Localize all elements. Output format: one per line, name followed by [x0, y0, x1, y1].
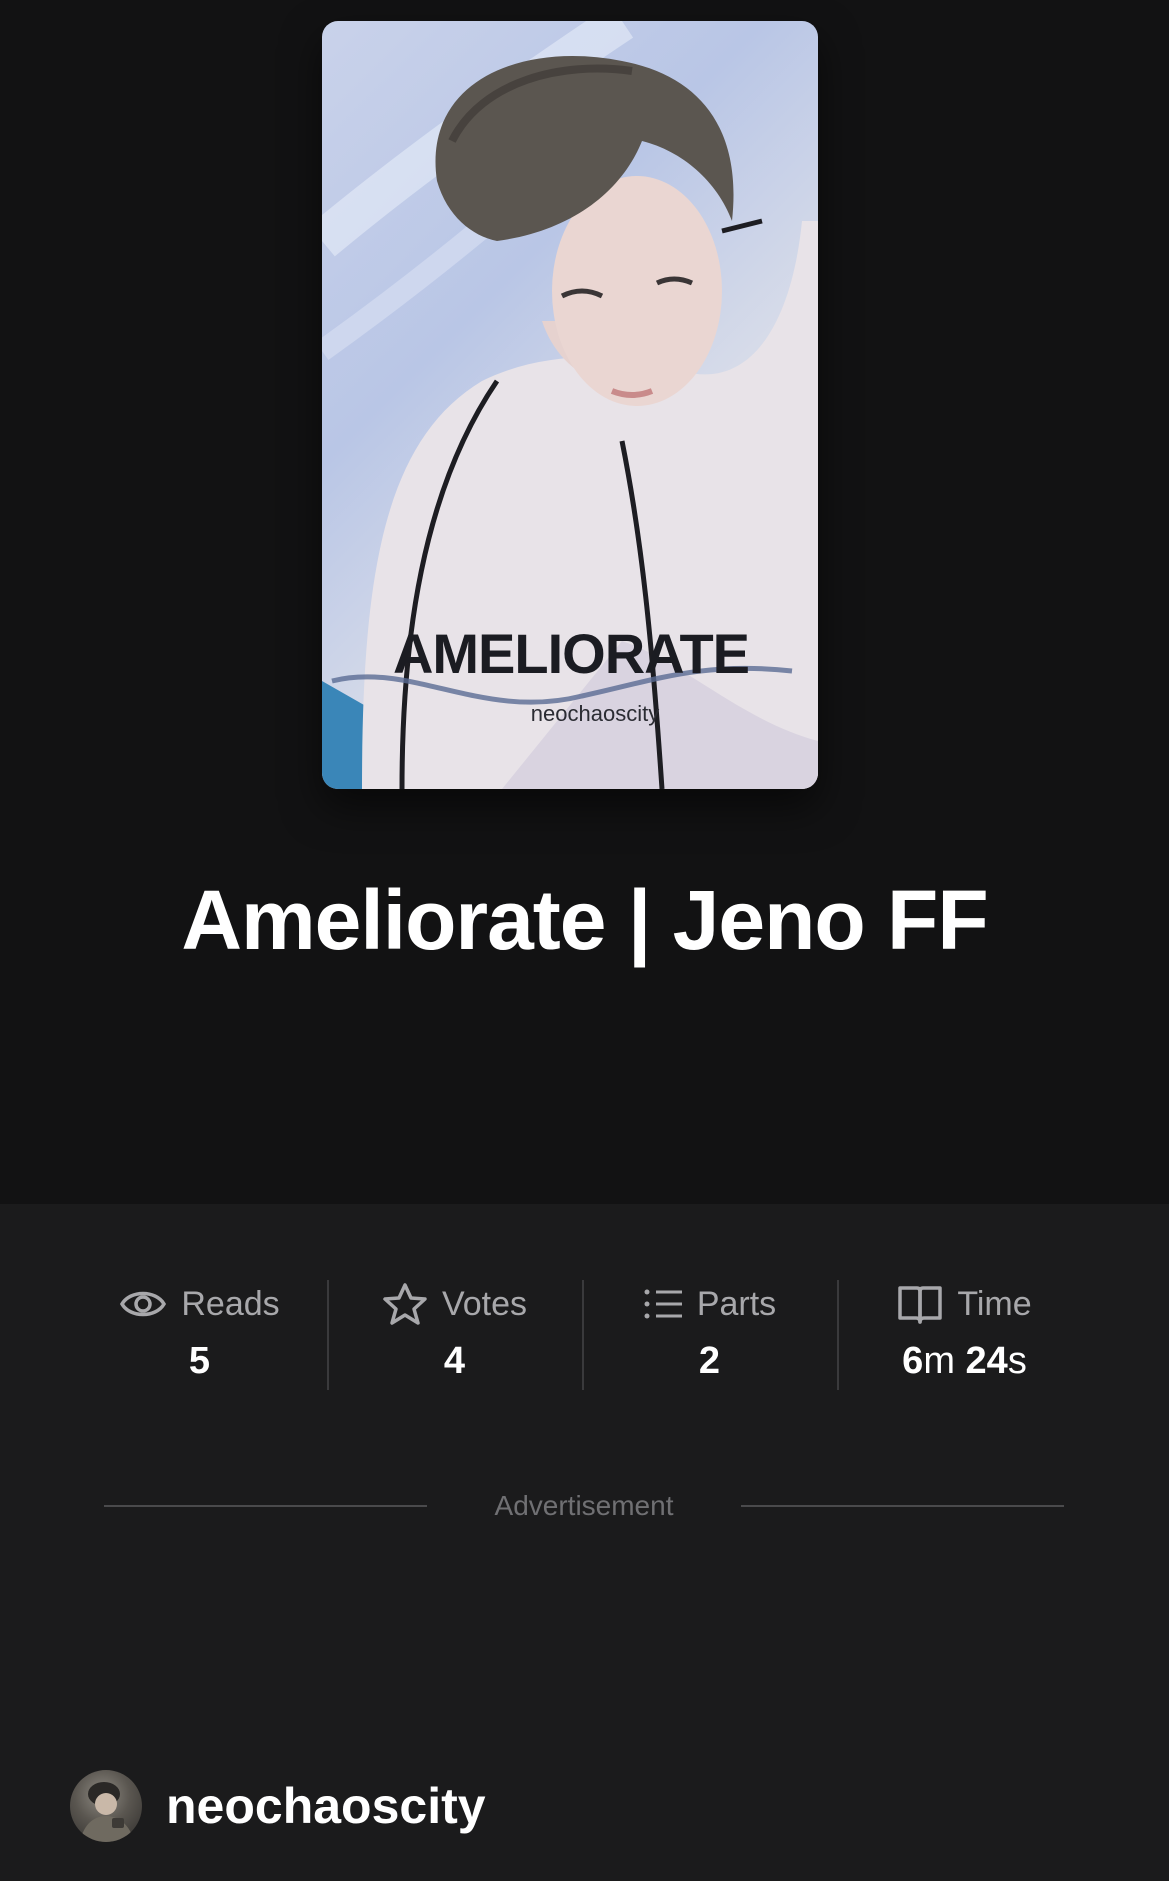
- stat-time-minutes-unit: m: [923, 1340, 955, 1382]
- stat-parts: Parts 2: [582, 1280, 837, 1390]
- stat-time-header: Time: [837, 1280, 1092, 1328]
- stat-votes-header: Votes: [327, 1280, 582, 1328]
- stat-time-minutes: 6: [902, 1340, 924, 1382]
- star-icon: [382, 1282, 428, 1326]
- cover-author-text: neochaoscity: [530, 701, 660, 726]
- stat-votes: Votes 4: [327, 1280, 582, 1390]
- avatar[interactable]: [70, 1770, 142, 1842]
- book-icon: [897, 1284, 943, 1324]
- stat-votes-value: 4: [443, 1340, 466, 1382]
- stat-parts-label: Parts: [696, 1284, 777, 1323]
- stat-reads-label: Reads: [181, 1284, 280, 1323]
- stat-reads: Reads 5: [72, 1280, 327, 1390]
- stat-reads-value: 5: [188, 1340, 211, 1382]
- stat-time-seconds-unit: s: [1007, 1340, 1027, 1382]
- eye-icon: [119, 1284, 167, 1324]
- stat-parts-value: 2: [698, 1340, 721, 1382]
- author-link[interactable]: neochaoscity: [70, 1770, 486, 1842]
- author-username[interactable]: neochaoscity: [166, 1777, 486, 1835]
- stat-time-label: Time: [957, 1284, 1032, 1323]
- stat-time-seconds: 24: [965, 1340, 1008, 1382]
- list-icon: [643, 1286, 683, 1322]
- stat-time-value: 6m 24s: [837, 1340, 1092, 1383]
- cover-title-text: AMELIORATE: [392, 622, 750, 685]
- story-header: AMELIORATE neochaoscity Ameliorate | Jen…: [0, 0, 1169, 1204]
- advertisement-label: Advertisement: [494, 1490, 674, 1521]
- story-cover-image[interactable]: AMELIORATE neochaoscity: [322, 21, 818, 789]
- divider-line-left: [104, 1505, 427, 1507]
- stat-reads-header: Reads: [72, 1280, 327, 1328]
- stat-parts-header: Parts: [582, 1280, 837, 1328]
- divider-line-right: [741, 1505, 1064, 1507]
- story-stats: Reads 5 Votes 4 Parts 2 Time 6m 24s: [72, 1280, 1092, 1390]
- stat-votes-label: Votes: [441, 1284, 528, 1323]
- story-details-panel: Reads 5 Votes 4 Parts 2 Time 6m 24s Adve…: [0, 1204, 1169, 1881]
- advertisement-divider: Advertisement: [104, 1486, 1064, 1526]
- story-title: Ameliorate | Jeno FF: [181, 873, 988, 967]
- stat-time: Time 6m 24s: [837, 1280, 1092, 1390]
